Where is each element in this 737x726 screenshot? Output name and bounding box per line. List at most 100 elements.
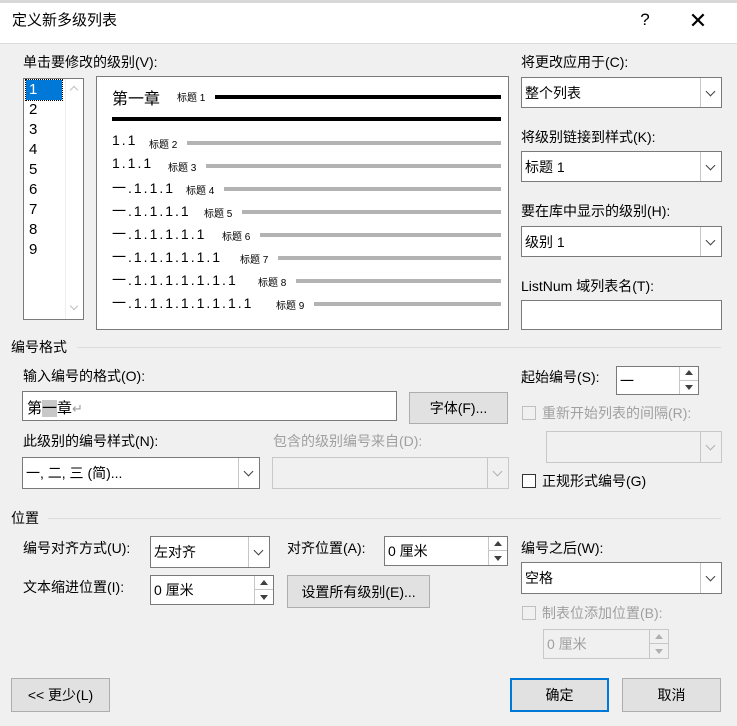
preview-line bbox=[242, 210, 501, 214]
preview-line bbox=[206, 164, 501, 168]
level-preview: 第一章 标题 1 1.1 标题 2 1.1.1 标题 3 一.1.1.1 标题 … bbox=[96, 76, 509, 330]
preview-style: 标题 6 bbox=[222, 232, 251, 243]
tab-add-value: 0 厘米 bbox=[547, 636, 587, 652]
include-level-combo[interactable] bbox=[272, 457, 509, 489]
apply-to-combo[interactable]: 整个列表 bbox=[521, 77, 722, 108]
preview-number: 一.1.1.1.1.1 bbox=[112, 226, 207, 242]
close-button[interactable]: ✕ bbox=[684, 8, 712, 34]
start-at-value: 一 bbox=[620, 372, 634, 389]
level-scrollbar[interactable] bbox=[65, 79, 83, 319]
preview-number: 1.1 bbox=[112, 132, 138, 148]
chevron-down-icon[interactable] bbox=[700, 432, 721, 462]
scroll-up-icon[interactable] bbox=[69, 85, 79, 95]
preview-line bbox=[314, 302, 501, 306]
dialog-title: 定义新多级列表 bbox=[12, 12, 118, 29]
indent-spinner[interactable]: 0 厘米 bbox=[150, 575, 274, 605]
spinner[interactable] bbox=[679, 367, 698, 394]
spin-down-icon[interactable] bbox=[255, 590, 273, 604]
spin-up-icon[interactable] bbox=[650, 630, 668, 644]
spinner[interactable] bbox=[254, 576, 273, 604]
spin-down-icon[interactable] bbox=[489, 551, 507, 565]
follow-combo[interactable]: 空格 bbox=[521, 562, 722, 594]
spin-up-icon[interactable] bbox=[489, 537, 507, 551]
tab-add-checkbox[interactable] bbox=[522, 606, 536, 620]
font-button[interactable]: 字体(F)... bbox=[409, 392, 508, 424]
chevron-down-icon[interactable] bbox=[700, 563, 721, 593]
number-format-input[interactable]: 第一章↵ bbox=[22, 391, 397, 421]
help-button[interactable]: ? bbox=[634, 10, 656, 34]
level-item[interactable]: 8 bbox=[26, 220, 62, 240]
preview-style: 标题 2 bbox=[149, 140, 178, 151]
link-style-combo[interactable]: 标题 1 bbox=[521, 151, 722, 182]
level-item[interactable]: 3 bbox=[26, 120, 62, 140]
level-item[interactable]: 2 bbox=[26, 100, 62, 120]
level-item[interactable]: 6 bbox=[26, 180, 62, 200]
align-combo[interactable]: 左对齐 bbox=[150, 536, 270, 568]
restart-checkbox[interactable] bbox=[522, 406, 536, 420]
spinner[interactable] bbox=[649, 630, 668, 658]
include-level-label: 包含的级别编号来自(D): bbox=[273, 433, 423, 449]
spin-up-icon[interactable] bbox=[255, 576, 273, 590]
ok-button[interactable]: 确定 bbox=[510, 678, 609, 712]
preview-style: 标题 9 bbox=[276, 301, 305, 312]
click-level-label: 单击要修改的级别(V): bbox=[23, 54, 158, 70]
chevron-down-icon[interactable] bbox=[487, 458, 508, 488]
align-at-value: 0 厘米 bbox=[388, 543, 428, 559]
spin-down-icon[interactable] bbox=[650, 644, 668, 658]
preview-number: 一.1.1.1 bbox=[112, 180, 176, 196]
spinner[interactable] bbox=[488, 537, 507, 565]
tab-add-spinner[interactable]: 0 厘米 bbox=[543, 629, 669, 659]
level-item[interactable]: 1 bbox=[25, 79, 63, 101]
section-divider bbox=[77, 347, 721, 348]
preview-number: 一.1.1.1.1.1.1 bbox=[112, 249, 223, 265]
gallery-level-value: 级别 1 bbox=[525, 233, 565, 250]
level-item[interactable]: 4 bbox=[26, 140, 62, 160]
align-value: 左对齐 bbox=[154, 544, 196, 560]
preview-line bbox=[260, 233, 501, 237]
number-format-heading: 编号格式 bbox=[11, 339, 67, 355]
preview-style: 标题 3 bbox=[168, 163, 197, 174]
title-bar: 定义新多级列表 ? ✕ bbox=[0, 0, 737, 44]
preview-number: 第一章 bbox=[112, 91, 161, 108]
preview-style: 标题 4 bbox=[186, 186, 215, 197]
preview-style: 标题 5 bbox=[204, 209, 233, 220]
legal-checkbox[interactable] bbox=[522, 474, 536, 488]
spin-up-icon[interactable] bbox=[680, 367, 698, 381]
section-divider bbox=[48, 518, 721, 519]
preview-style: 标题 8 bbox=[258, 278, 287, 289]
number-style-value: 一, 二, 三 (简)... bbox=[26, 465, 123, 481]
preview-style: 标题 1 bbox=[177, 93, 206, 104]
align-at-spinner[interactable]: 0 厘米 bbox=[384, 536, 508, 566]
preview-line bbox=[296, 279, 501, 283]
level-listbox[interactable]: 1 2 3 4 5 6 7 8 9 bbox=[23, 78, 84, 320]
scroll-down-icon[interactable] bbox=[69, 301, 79, 311]
chevron-down-icon[interactable] bbox=[248, 537, 269, 567]
less-button[interactable]: << 更少(L) bbox=[11, 678, 110, 712]
listnum-input[interactable] bbox=[521, 300, 722, 330]
spin-down-icon[interactable] bbox=[680, 381, 698, 395]
preview-number: 一.1.1.1.1.1.1.1.1 bbox=[112, 295, 254, 311]
indent-value: 0 厘米 bbox=[154, 582, 194, 598]
start-at-spinner[interactable]: 一 bbox=[616, 366, 699, 395]
cancel-button[interactable]: 取消 bbox=[622, 678, 721, 712]
preview-line bbox=[187, 141, 501, 145]
level-item[interactable]: 7 bbox=[26, 200, 62, 220]
level-item[interactable]: 9 bbox=[26, 240, 62, 260]
restart-combo[interactable] bbox=[546, 431, 722, 463]
chevron-down-icon[interactable] bbox=[700, 152, 721, 181]
chevron-down-icon[interactable] bbox=[238, 458, 259, 488]
follow-label: 编号之后(W): bbox=[521, 540, 604, 556]
preview-line bbox=[112, 117, 501, 121]
follow-value: 空格 bbox=[525, 570, 553, 586]
level-item[interactable]: 5 bbox=[26, 160, 62, 180]
gallery-level-combo[interactable]: 级别 1 bbox=[521, 226, 722, 257]
number-style-combo[interactable]: 一, 二, 三 (简)... bbox=[22, 457, 260, 489]
chevron-down-icon[interactable] bbox=[700, 78, 721, 107]
preview-line bbox=[224, 187, 501, 191]
set-all-levels-button[interactable]: 设置所有级别(E)... bbox=[287, 575, 430, 608]
align-at-label: 对齐位置(A): bbox=[287, 540, 366, 556]
chevron-down-icon[interactable] bbox=[700, 227, 721, 256]
preview-line bbox=[215, 95, 501, 99]
tab-add-label: 制表位添加位置(B): bbox=[542, 605, 663, 621]
position-heading: 位置 bbox=[11, 510, 39, 526]
